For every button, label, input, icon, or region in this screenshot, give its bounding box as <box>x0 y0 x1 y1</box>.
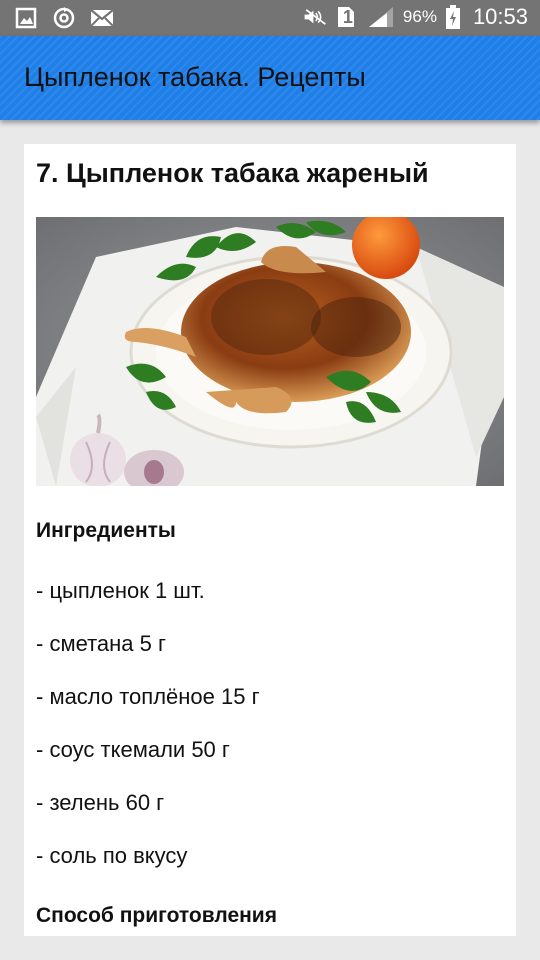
status-bar: 1 96% 10:53 <box>0 0 540 36</box>
ingredients-heading: Ингредиенты <box>36 519 176 542</box>
clock: 10:53 <box>472 4 528 29</box>
battery-icon <box>445 5 461 29</box>
roast-chicken-photo <box>36 217 504 486</box>
mail-icon <box>90 6 114 30</box>
list-item: - сметана 5 г <box>36 631 167 656</box>
list-item: - соус ткемали 50 г <box>36 737 230 762</box>
app-title: Цыпленок табака. Рецепты <box>24 62 366 92</box>
app-bar: Цыпленок табака. Рецепты <box>0 36 540 120</box>
list-item: - цыпленок 1 шт. <box>36 578 205 603</box>
list-item: - масло топлёное 15 г <box>36 684 260 709</box>
ingredients-list: - цыпленок 1 шт. - сметана 5 г - масло т… <box>36 576 260 894</box>
list-item: - зелень 60 г <box>36 790 165 815</box>
list-item: - соль по вкусу <box>36 843 188 868</box>
image-icon <box>14 6 38 30</box>
signal-icon <box>367 5 395 29</box>
battery-percent: 96% <box>402 7 437 26</box>
sync-icon <box>52 6 76 30</box>
recipe-card: 7. Цыпленок табака жареный Ингредиенты -… <box>24 144 516 936</box>
method-heading: Способ приготовления <box>36 904 277 927</box>
recipe-title: 7. Цыпленок табака жареный <box>36 158 429 188</box>
sim-number: 1 <box>342 6 353 27</box>
mute-icon <box>303 5 327 29</box>
